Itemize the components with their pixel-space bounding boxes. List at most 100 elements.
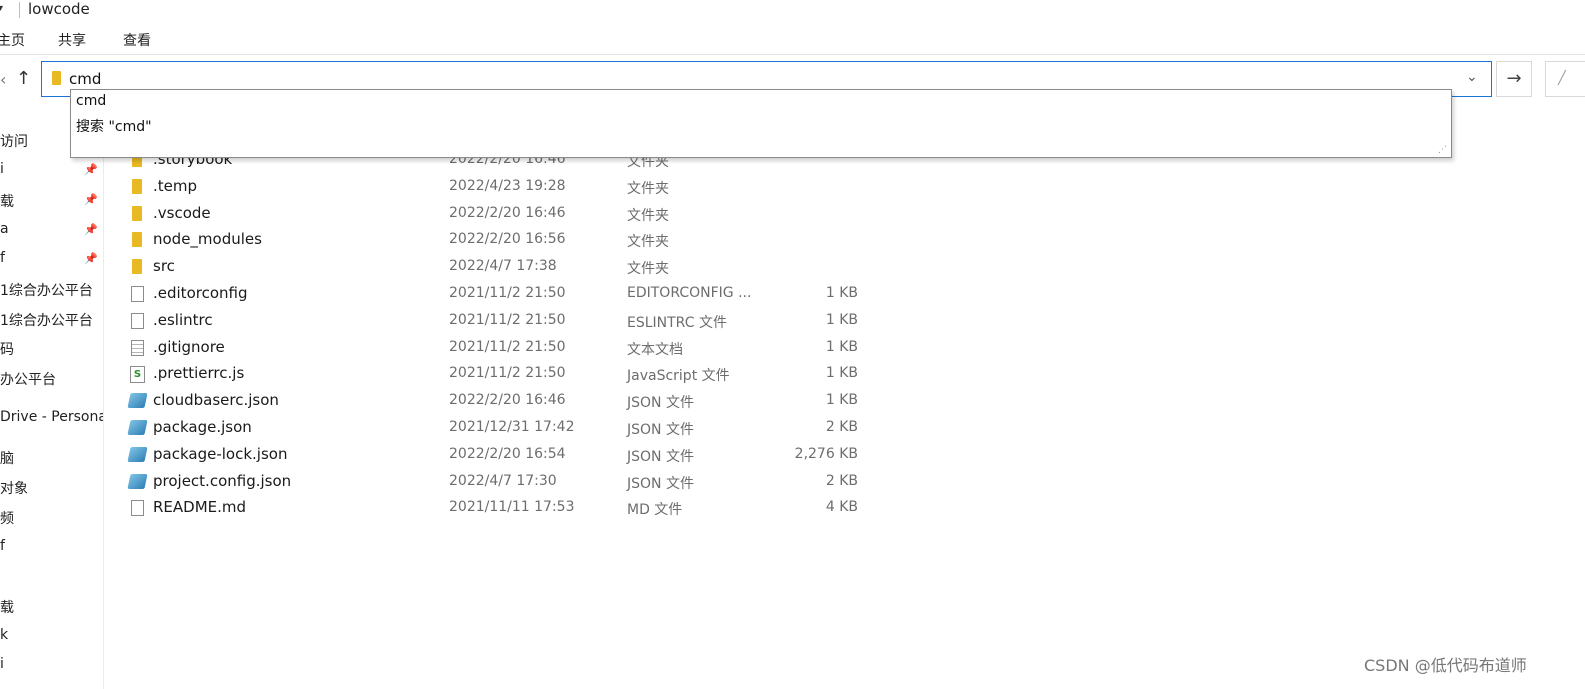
file-row[interactable]: node_modules 2022/2/20 16:56 文件夹 [128,227,868,253]
file-type: JSON 文件 [627,395,694,411]
file-type: 文件夹 [627,234,669,250]
file-date: 2022/2/20 16:46 [449,392,566,408]
file-type: ESLINTRC 文件 [627,315,727,331]
folder-icon [52,71,61,85]
file-type: JSON 文件 [627,449,694,465]
sidebar-item[interactable]: 载 [0,597,103,617]
tab-home[interactable]: 主页 [0,30,25,50]
address-input[interactable] [69,67,1449,91]
file-icon [131,500,144,516]
watermark: CSDN @低代码布道师 [1364,656,1527,675]
sidebar-item[interactable]: k [0,627,103,643]
file-date: 2022/2/20 16:54 [449,446,566,462]
sidebar-item[interactable]: 1综合办公平台 [0,280,103,300]
folder-icon [132,206,142,221]
file-row[interactable]: .editorconfig 2021/11/2 21:50 EDITORCONFIG… [128,281,868,307]
window-title: lowcode [28,0,90,18]
sidebar-item-onedrive[interactable]: Drive - Persona [0,409,103,425]
sidebar-item[interactable]: i [0,656,103,672]
file-name: .editorconfig [153,284,248,302]
sidebar-item[interactable]: 频 [0,508,103,528]
file-date: 2021/12/31 17:42 [449,419,575,435]
dropdown-item-cmd[interactable]: cmd [76,93,106,109]
arrow-right-icon: → [1506,68,1522,89]
file-name: package.json [153,418,252,436]
file-row[interactable]: package.json 2021/12/31 17:42 JSON 文件 2 KB [127,415,868,441]
tab-view[interactable]: 查看 [123,30,151,50]
chevron-down-icon[interactable]: ⌄ [1466,69,1478,85]
file-type: 文件夹 [627,181,669,197]
title-separator [19,2,20,18]
file-row[interactable]: .vscode 2022/2/20 16:46 文件夹 [128,201,868,227]
sidebar-item[interactable]: f [0,538,103,554]
file-name: project.config.json [153,472,292,490]
file-date: 2022/4/7 17:30 [449,473,557,489]
file-name: .vscode [153,204,211,222]
file-name: cloudbaserc.json [153,391,279,409]
file-icon [131,286,144,302]
folder-icon [132,259,142,274]
file-row[interactable]: .temp 2022/4/23 19:28 文件夹 [128,174,868,200]
file-type: JSON 文件 [627,422,694,438]
file-size: 1 KB [825,285,858,301]
file-size: 1 KB [825,312,858,328]
file-row[interactable]: .gitignore 2021/11/2 21:50 文本文档 1 KB [128,335,868,361]
file-row[interactable]: cloudbaserc.json 2022/2/20 16:46 JSON 文件 1 … [127,388,868,414]
search-box[interactable]: ╱ [1545,61,1585,97]
file-row[interactable]: S .prettierrc.js 2021/11/2 21:50 JavaScript… [128,361,868,387]
file-date: 2022/4/7 17:38 [449,258,557,274]
file-date: 2021/11/11 17:53 [449,499,575,515]
quick-access-caret-icon[interactable]: ▾ [0,3,3,14]
sidebar-item[interactable]: 1综合办公平台 [0,310,103,330]
go-button[interactable]: → [1496,61,1532,97]
address-autocomplete-dropdown: cmd 搜索 "cmd" ⋰ [70,89,1452,158]
resize-grip-icon[interactable]: ⋰ [1438,145,1448,155]
file-name: .prettierrc.js [153,364,245,382]
folder-icon [132,179,142,194]
sidebar-item[interactable]: 办公平台 [0,369,103,389]
tab-share[interactable]: 共享 [58,30,86,50]
file-date: 2021/11/2 21:50 [449,312,566,328]
file-type: 文件夹 [627,261,669,277]
file-icon [131,313,144,329]
file-name: .temp [153,177,198,195]
folder-icon [132,232,142,247]
file-type: JSON 文件 [627,476,694,492]
file-row[interactable]: src 2022/4/7 17:38 文件夹 [128,254,868,280]
file-date: 2022/4/23 19:28 [449,178,566,194]
pin-icon: 📌 [84,252,98,265]
pin-icon: 📌 [84,223,98,236]
file-date: 2022/2/20 16:56 [449,231,566,247]
json-file-icon [127,420,148,435]
json-file-icon [127,393,148,408]
text-file-icon [131,340,144,356]
title-bar: ▾ lowcode [0,0,1585,22]
dropdown-item-search[interactable]: 搜索 "cmd" [76,116,152,136]
file-date: 2021/11/2 21:50 [449,339,566,355]
file-row[interactable]: .eslintrc 2021/11/2 21:50 ESLINTRC 文件 1 KB [128,308,868,334]
file-size: 4 KB [825,499,858,515]
file-size: 2 KB [825,473,858,489]
file-type: 文本文档 [627,342,683,358]
sidebar-item[interactable]: 码 [0,339,103,359]
file-type: EDITORCONFIG ... [627,285,752,301]
sidebar-item-this-pc[interactable]: 脑 [0,448,103,468]
file-row[interactable]: package-lock.json 2022/2/20 16:54 JSON 文件 2… [127,442,868,468]
file-name: README.md [153,498,247,516]
json-file-icon [127,447,148,462]
file-size: 2,276 KB [794,446,858,462]
file-name: .eslintrc [153,311,213,329]
back-caret-icon[interactable]: ‹ [0,70,6,89]
file-name: package-lock.json [153,445,288,463]
pin-icon: 📌 [84,163,98,176]
file-type: MD 文件 [627,502,683,518]
file-row[interactable]: README.md 2021/11/11 17:53 MD 文件 4 KB [128,495,868,521]
file-name: .gitignore [153,338,225,356]
json-file-icon [127,474,148,489]
sidebar-item[interactable]: 对象 [0,478,103,498]
file-date: 2021/11/2 21:50 [449,365,566,381]
up-arrow-icon[interactable]: ↑ [16,68,31,89]
search-icon: ╱ [1558,71,1566,86]
file-row[interactable]: project.config.json 2022/4/7 17:30 JSON 文件… [127,469,868,495]
file-name: node_modules [153,230,262,248]
